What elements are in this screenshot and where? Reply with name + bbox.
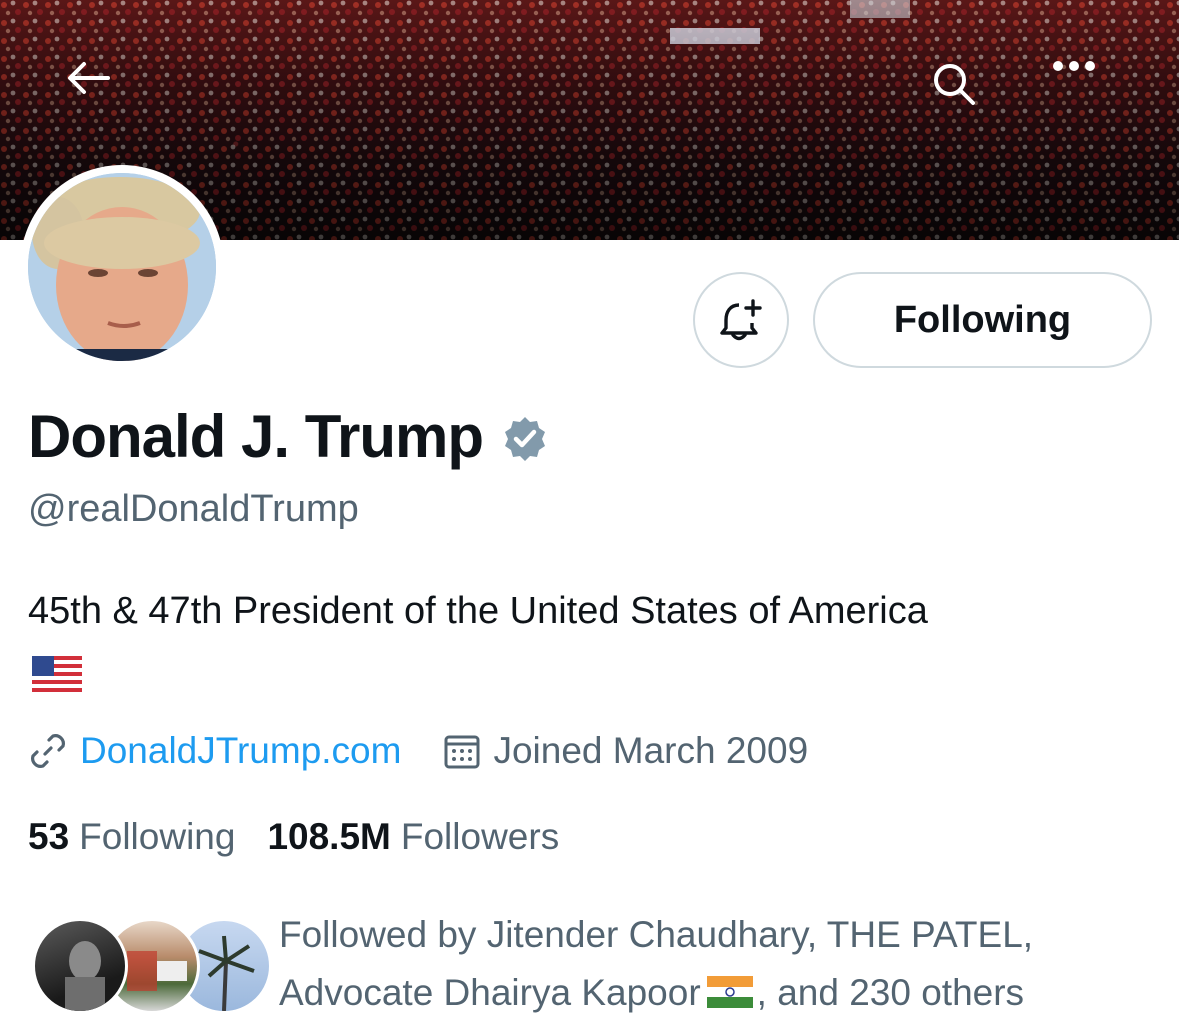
profile-name: Donald J. Trump bbox=[28, 403, 484, 470]
joined-date: Joined March 2009 bbox=[493, 730, 809, 771]
bell-plus-icon bbox=[720, 299, 762, 341]
followers-label: Followers bbox=[400, 816, 560, 857]
followed-by-suffix: , and 230 others bbox=[756, 972, 1025, 1013]
calendar-icon bbox=[444, 735, 480, 769]
india-flag-icon bbox=[706, 976, 753, 1009]
followed-by-text[interactable]: Followed by Jitender Chaudhary, THE PATE… bbox=[279, 906, 1159, 1022]
arrow-left-icon bbox=[68, 62, 110, 94]
back-button[interactable] bbox=[66, 60, 126, 120]
profile-avatar[interactable] bbox=[20, 165, 224, 369]
followers-count: 108.5M bbox=[267, 816, 391, 857]
profile-stats: 53 Following 108.5M Followers bbox=[28, 816, 559, 858]
following-stat-link[interactable]: 53 Following bbox=[28, 816, 235, 858]
link-icon bbox=[31, 734, 65, 768]
avatar-image bbox=[28, 173, 216, 361]
follower-avatar bbox=[32, 918, 128, 1014]
notifications-button[interactable] bbox=[693, 272, 789, 368]
following-button[interactable]: Following bbox=[813, 272, 1152, 368]
profile-name-row: Donald J. Trump bbox=[28, 402, 549, 471]
profile-bio: 45th & 47th President of the United Stat… bbox=[28, 590, 928, 632]
us-flag-icon bbox=[32, 656, 82, 692]
more-options-button[interactable] bbox=[1052, 60, 1112, 120]
website-link[interactable]: DonaldJTrump.com bbox=[80, 730, 401, 772]
following-label: Following bbox=[79, 816, 236, 857]
verified-badge-icon[interactable] bbox=[501, 415, 549, 463]
search-icon bbox=[934, 64, 975, 105]
more-dots-icon bbox=[1053, 61, 1095, 71]
followed-by-avatars[interactable] bbox=[32, 918, 272, 1018]
profile-handle: @realDonaldTrump bbox=[28, 488, 359, 530]
profile-meta-row: DonaldJTrump.com Joined March 2009 bbox=[28, 730, 808, 772]
search-button[interactable] bbox=[930, 60, 990, 120]
followers-stat-link[interactable]: 108.5M Followers bbox=[267, 816, 559, 858]
following-count: 53 bbox=[28, 816, 70, 857]
